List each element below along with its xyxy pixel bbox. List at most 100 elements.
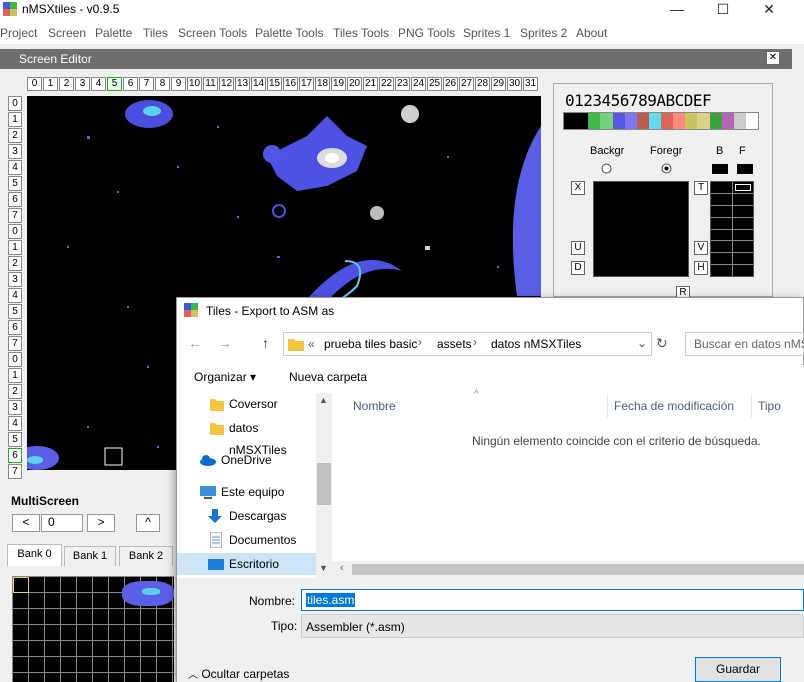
row-number[interactable]: 5	[8, 176, 22, 191]
x-button[interactable]: X	[571, 181, 585, 195]
column-number[interactable]: 14	[251, 77, 266, 91]
column-number[interactable]: 19	[331, 77, 346, 91]
address-bar[interactable]: « prueba tiles basic › assets › datos nM…	[283, 332, 652, 356]
path-overflow[interactable]: «	[308, 337, 315, 351]
column-number[interactable]: 27	[459, 77, 474, 91]
t-button[interactable]: T	[694, 181, 708, 195]
forward-arrow-icon[interactable]: →	[218, 335, 232, 351]
f-color-box[interactable]	[737, 164, 753, 174]
row-number[interactable]: 4	[8, 288, 22, 303]
file-list-hscrollbar[interactable]: ‹	[332, 561, 804, 578]
menu-project[interactable]: Project	[0, 26, 37, 40]
color-swatch[interactable]	[600, 113, 613, 129]
path-segment-2[interactable]: assets	[437, 337, 472, 351]
scroll-down-icon[interactable]: ▼	[319, 563, 328, 573]
color-swatch[interactable]	[697, 113, 710, 129]
row-number[interactable]: 1	[8, 240, 22, 255]
minimize-button[interactable]: —	[654, 0, 700, 22]
bank-tab-2[interactable]: Bank 2	[119, 546, 173, 566]
row-number[interactable]: 7	[8, 208, 22, 223]
row-number[interactable]: 0	[8, 96, 22, 111]
color-swatch[interactable]	[636, 113, 649, 129]
foregr-radio[interactable]	[661, 163, 672, 174]
bank-tile-grid[interactable]	[12, 576, 174, 682]
row-number[interactable]: 7	[8, 464, 22, 479]
column-number[interactable]: 4	[91, 77, 106, 91]
filename-input[interactable]: tiles.asm	[301, 589, 804, 611]
column-number[interactable]: 7	[139, 77, 154, 91]
hide-folders-button[interactable]: ︿ Ocultar carpetas	[188, 666, 289, 681]
backgr-radio[interactable]	[601, 163, 612, 174]
color-swatch[interactable]	[588, 113, 601, 129]
color-swatch[interactable]	[745, 113, 758, 129]
nav-item-documents[interactable]: Documentos	[177, 529, 317, 551]
maximize-button[interactable]: ☐	[700, 0, 746, 22]
menu-sprites-2[interactable]: Sprites 2	[520, 26, 567, 40]
row-number[interactable]: 3	[8, 144, 22, 159]
row-number[interactable]: 4	[8, 416, 22, 431]
row-number[interactable]: 7	[8, 336, 22, 351]
menu-screen-tools[interactable]: Screen Tools	[178, 26, 247, 40]
row-number[interactable]: 3	[8, 272, 22, 287]
nav-scrollbar[interactable]: ▲ ▼	[316, 393, 332, 578]
nav-item-onedrive[interactable]: OneDrive	[177, 449, 317, 471]
column-number[interactable]: 13	[235, 77, 250, 91]
bank-tab-0[interactable]: Bank 0	[7, 544, 62, 566]
column-header-date[interactable]: Fecha de modificación	[614, 399, 734, 413]
row-number[interactable]: 2	[8, 384, 22, 399]
bf-color-grid[interactable]	[710, 181, 754, 277]
column-number[interactable]: 18	[315, 77, 330, 91]
path-segment-3[interactable]: datos nMSXTiles	[491, 337, 581, 351]
d-button[interactable]: D	[571, 261, 585, 275]
column-number[interactable]: 23	[395, 77, 410, 91]
new-folder-button[interactable]: Nueva carpeta	[289, 370, 367, 384]
nav-item-this-pc[interactable]: Este equipo	[177, 481, 317, 503]
column-header-name[interactable]: Nombre	[353, 399, 396, 413]
color-swatches[interactable]	[563, 112, 759, 130]
menu-palette[interactable]: Palette	[95, 26, 132, 40]
column-number[interactable]: 24	[411, 77, 426, 91]
column-number[interactable]: 30	[507, 77, 522, 91]
column-number[interactable]: 1	[43, 77, 58, 91]
row-number[interactable]: 4	[8, 160, 22, 175]
chevron-down-icon[interactable]: ⌄	[637, 336, 647, 350]
row-number[interactable]: 5	[8, 304, 22, 319]
search-input[interactable]: Buscar en datos nMSXTiles	[685, 332, 804, 356]
u-button[interactable]: U	[571, 241, 585, 255]
multiscreen-spinner[interactable]: 0	[41, 514, 83, 532]
color-swatch[interactable]	[661, 113, 674, 129]
scroll-up-icon[interactable]: ▲	[319, 395, 328, 405]
organize-button[interactable]: Organizar ▾	[194, 370, 256, 384]
column-number[interactable]: 16	[283, 77, 298, 91]
row-number[interactable]: 6	[8, 448, 22, 463]
menu-screen[interactable]: Screen	[48, 26, 86, 40]
menu-tiles[interactable]: Tiles	[143, 26, 168, 40]
save-button[interactable]: Guardar	[695, 657, 781, 682]
color-swatch[interactable]	[648, 113, 661, 129]
row-number[interactable]: 2	[8, 256, 22, 271]
column-number[interactable]: 22	[379, 77, 394, 91]
column-number[interactable]: 21	[363, 77, 378, 91]
color-swatch[interactable]	[576, 113, 589, 129]
hscroll-thumb[interactable]	[352, 564, 804, 575]
column-number[interactable]: 28	[475, 77, 490, 91]
file-list[interactable]	[332, 393, 804, 561]
row-number[interactable]: 0	[8, 352, 22, 367]
column-number[interactable]: 5	[107, 77, 122, 91]
menu-sprites-1[interactable]: Sprites 1	[463, 26, 510, 40]
color-swatch[interactable]	[624, 113, 637, 129]
nav-item-downloads[interactable]: Descargas	[177, 505, 317, 527]
color-swatch[interactable]	[721, 113, 734, 129]
menu-tiles-tools[interactable]: Tiles Tools	[333, 26, 389, 40]
column-number[interactable]: 10	[187, 77, 202, 91]
row-number[interactable]: 6	[8, 320, 22, 335]
path-segment-1[interactable]: prueba tiles basic	[324, 337, 417, 351]
column-number[interactable]: 31	[523, 77, 538, 91]
nav-item-datos[interactable]: datos nMSXTiles	[177, 417, 317, 457]
column-number[interactable]: 2	[59, 77, 74, 91]
menu-about[interactable]: About	[576, 26, 607, 40]
v-button[interactable]: V	[694, 241, 708, 255]
scroll-left-icon[interactable]: ‹	[340, 562, 344, 574]
bank-tab-1[interactable]: Bank 1	[64, 546, 116, 566]
nav-scroll-thumb[interactable]	[317, 463, 331, 505]
